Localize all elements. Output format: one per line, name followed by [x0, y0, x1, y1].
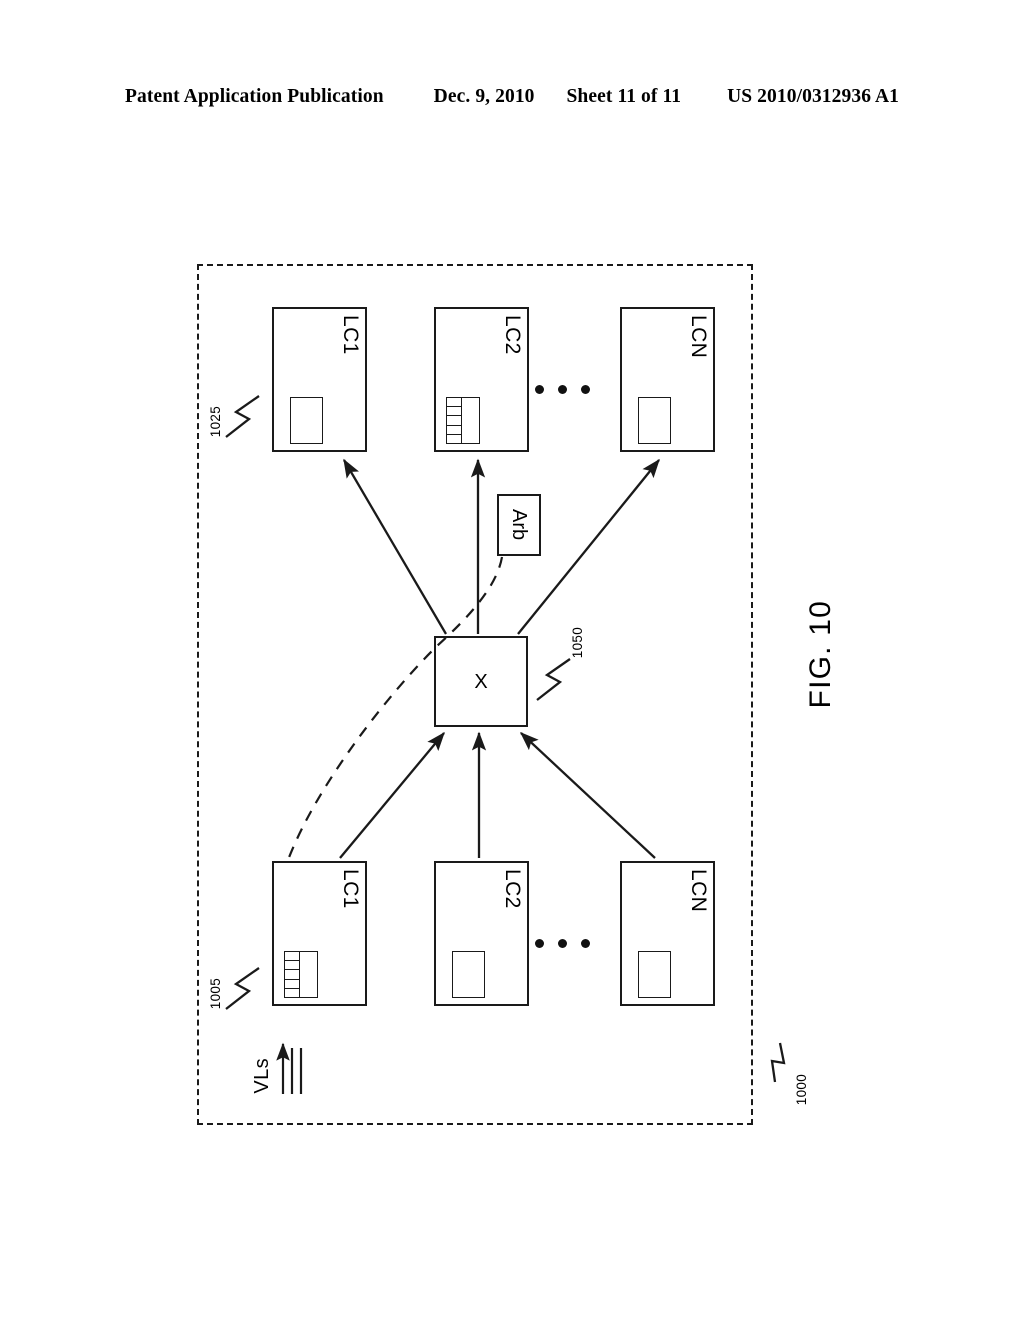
ingress-line-card-n-buffer: [638, 951, 671, 998]
ingress-line-card-2: LC2: [434, 861, 529, 1006]
egress-ellipsis: [535, 385, 590, 394]
queue-free-space: [300, 952, 317, 997]
queue-cell: [447, 398, 461, 408]
ingress-line-card-n-label: LCN: [687, 869, 710, 913]
ellipsis-dot: [535, 385, 544, 394]
ingress-line-card-1-queue: [285, 952, 300, 997]
queue-cell: [285, 961, 299, 971]
reference-numeral-chassis: 1000: [794, 1074, 809, 1106]
ingress-line-card-1-buffer: [284, 951, 318, 998]
queue-cell: [285, 989, 299, 997]
ellipsis-dot: [558, 939, 567, 948]
egress-line-card-2: LC2: [434, 307, 529, 452]
ingress-line-card-1-label: LC1: [339, 869, 362, 909]
arbiter-block: Arb: [497, 494, 541, 556]
egress-line-card-n-buffer: [638, 397, 671, 444]
egress-line-card-1-label: LC1: [339, 315, 362, 355]
crossbar-label: X: [474, 670, 488, 693]
ellipsis-dot: [581, 385, 590, 394]
egress-line-card-1-buffer: [290, 397, 323, 444]
queue-cell: [447, 407, 461, 417]
egress-line-card-2-queue: [447, 398, 462, 443]
ellipsis-dot: [558, 385, 567, 394]
crossbar-switch-fabric: X: [434, 636, 528, 727]
reference-numeral-egress-group: 1025: [208, 406, 223, 438]
queue-cell: [447, 435, 461, 443]
egress-line-card-n-label: LCN: [687, 315, 710, 359]
queue-cell: [285, 952, 299, 962]
queue-cell: [447, 416, 461, 426]
leader-line-chassis: [770, 1042, 786, 1083]
ingress-line-card-n: LCN: [620, 861, 715, 1006]
egress-line-card-2-buffer: [446, 397, 480, 444]
ingress-line-card-2-label: LC2: [501, 869, 524, 909]
ingress-line-card-2-buffer: [452, 951, 485, 998]
ingress-line-card-1: LC1: [272, 861, 367, 1006]
queue-cell: [285, 970, 299, 980]
reference-numeral-crossbar: 1050: [570, 627, 585, 659]
arbiter-label: Arb: [508, 509, 530, 541]
figure-drawing-area: LC1 LC2 LCN LC1 LC2 LCN X Arb 1025 1005 …: [0, 0, 1024, 1320]
ellipsis-dot: [535, 939, 544, 948]
egress-line-card-1: LC1: [272, 307, 367, 452]
ellipsis-dot: [581, 939, 590, 948]
ingress-ellipsis: [535, 939, 590, 948]
queue-cell: [447, 426, 461, 435]
figure-caption: FIG. 10: [804, 600, 837, 709]
egress-line-card-2-label: LC2: [501, 315, 524, 355]
queue-cell: [285, 980, 299, 989]
reference-numeral-ingress-group: 1005: [208, 978, 223, 1010]
queue-free-space: [462, 398, 479, 443]
vls-label: VLs: [251, 1058, 273, 1094]
egress-line-card-n: LCN: [620, 307, 715, 452]
